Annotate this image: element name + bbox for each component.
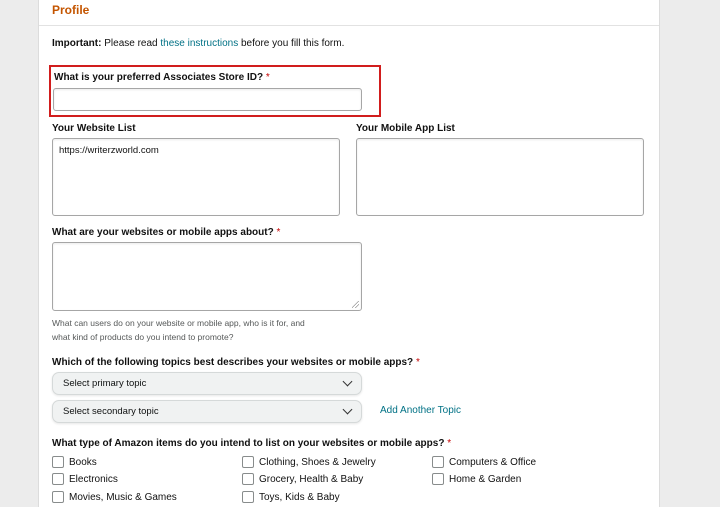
checkbox-toys-kids-baby[interactable]: Toys, Kids & Baby — [242, 491, 340, 503]
checkbox-movies-music-games[interactable]: Movies, Music & Games — [52, 491, 177, 503]
chevron-down-icon — [342, 404, 353, 415]
about-hint: What can users do on your website or mob… — [52, 318, 305, 342]
secondary-topic-select[interactable]: Select secondary topic — [52, 400, 362, 423]
checkbox-computers-office[interactable]: Computers & Office — [432, 456, 536, 468]
checkbox-box[interactable] — [432, 456, 444, 468]
checkbox-box[interactable] — [242, 491, 254, 503]
required-marker: * — [447, 438, 452, 449]
checkbox-box[interactable] — [52, 491, 64, 503]
checkbox-clothing-shoes-jewelry[interactable]: Clothing, Shoes & Jewelry — [242, 456, 376, 468]
required-marker: * — [415, 357, 420, 368]
checkbox-box[interactable] — [242, 456, 254, 468]
section-header: Profile — [39, 0, 659, 26]
checkbox-box[interactable] — [432, 473, 444, 485]
required-marker: * — [265, 72, 270, 83]
add-another-topic-link[interactable]: Add Another Topic — [380, 405, 461, 416]
chevron-down-icon — [342, 376, 353, 387]
item-types-label: What type of Amazon items do you intend … — [52, 438, 452, 449]
important-label: Important: — [52, 38, 102, 49]
profile-panel: Profile Important: Please read these ins… — [38, 0, 660, 507]
required-marker: * — [276, 227, 281, 238]
secondary-topic-value: Select secondary topic — [63, 406, 159, 417]
important-post-text: before you fill this form. — [241, 38, 345, 49]
primary-topic-select[interactable]: Select primary topic — [52, 372, 362, 395]
store-id-label: What is your preferred Associates Store … — [54, 72, 270, 83]
checkbox-box[interactable] — [52, 473, 64, 485]
checkbox-electronics[interactable]: Electronics — [52, 473, 118, 485]
important-pre-text: Please read — [104, 38, 158, 49]
primary-topic-value: Select primary topic — [63, 378, 147, 389]
topics-label: Which of the following topics best descr… — [52, 357, 420, 368]
about-textarea[interactable] — [52, 242, 362, 311]
instructions-link[interactable]: these instructions — [160, 38, 238, 49]
resize-grip-icon[interactable] — [352, 301, 359, 308]
website-list-label: Your Website List — [52, 123, 136, 134]
checkbox-box[interactable] — [242, 473, 254, 485]
website-list-value: https://writerzworld.com — [59, 145, 159, 156]
checkbox-box[interactable] — [52, 456, 64, 468]
store-id-input[interactable] — [53, 88, 362, 111]
app-list-textarea[interactable] — [356, 138, 644, 216]
checkbox-books[interactable]: Books — [52, 456, 97, 468]
section-title: Profile — [52, 3, 90, 17]
about-label: What are your websites or mobile apps ab… — [52, 227, 281, 238]
important-notice: Important: Please read these instruction… — [52, 38, 344, 49]
checkbox-home-garden[interactable]: Home & Garden — [432, 473, 521, 485]
checkbox-grocery-health-baby[interactable]: Grocery, Health & Baby — [242, 473, 363, 485]
app-list-label: Your Mobile App List — [356, 123, 455, 134]
website-list-textarea[interactable]: https://writerzworld.com — [52, 138, 340, 216]
